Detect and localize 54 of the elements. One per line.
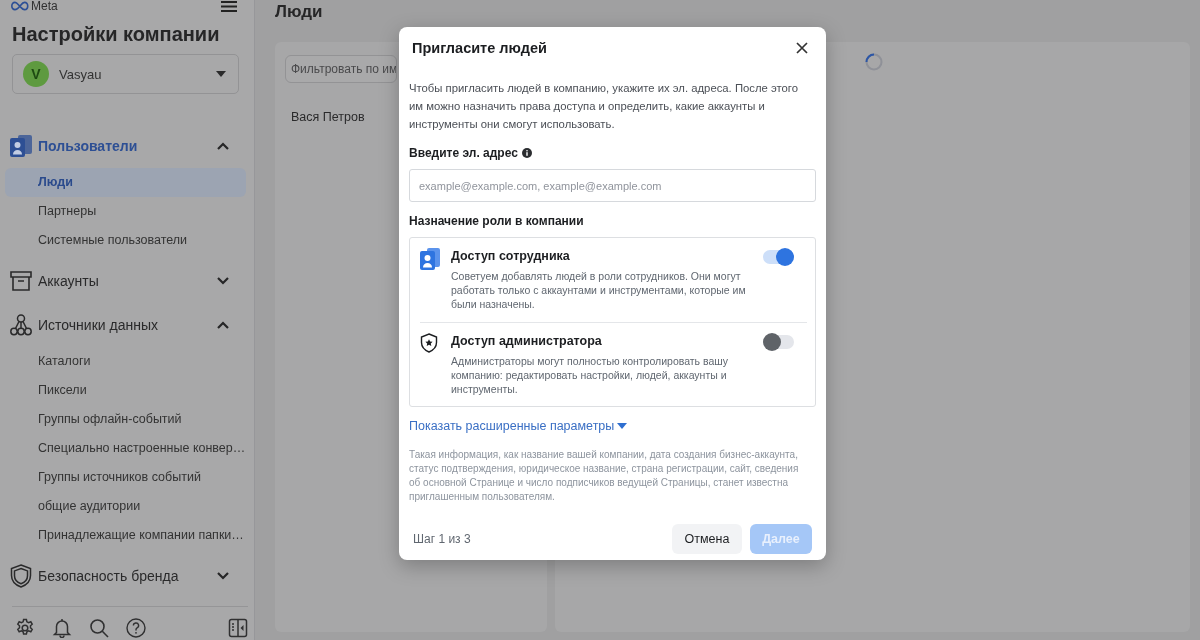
logo-icon — [10, 1, 30, 11]
search-icon[interactable] — [89, 618, 109, 638]
close-icon[interactable] — [796, 42, 808, 54]
field-label: Введите эл. адрес — [409, 145, 518, 161]
sidebar-item[interactable]: Группы офлайн-событий — [5, 405, 246, 434]
sidebar-item[interactable]: Группы источников событий — [5, 463, 246, 492]
menu-icon[interactable] — [221, 0, 237, 12]
dialog-title: Пригласите людей — [412, 40, 547, 56]
step-indicator: Шаг 1 из 3 — [412, 532, 472, 546]
sidebar-section[interactable]: Пользователи — [0, 124, 254, 168]
panel-toggle-icon[interactable] — [228, 618, 248, 638]
email-field[interactable]: example@example.com, example@example.com — [409, 169, 816, 202]
person-name[interactable]: Вася Петров — [285, 109, 371, 125]
sidebar-item[interactable]: общие аудитории — [5, 492, 246, 521]
bell-icon[interactable] — [52, 618, 72, 638]
toggle-switch[interactable] — [763, 333, 794, 351]
help-icon[interactable] — [126, 618, 146, 638]
avatar: V — [23, 61, 49, 87]
shield-icon — [10, 564, 32, 588]
id-card-icon — [10, 135, 32, 157]
role-description: Советуем добавлять людей в роли сотрудников. Они могут работать только с аккаунтами и инструментами, которые им были назначены. — [451, 269, 747, 311]
cancel-button[interactable]: Отмена — [672, 524, 742, 554]
sidebar-section[interactable]: Безопасность бренда — [0, 554, 254, 598]
network-icon — [10, 314, 32, 336]
sidebar-item[interactable]: Партнеры — [5, 197, 246, 226]
role-title: Доступ сотрудника — [451, 248, 571, 265]
account-name: Vasyau — [59, 66, 103, 82]
section-label: Назначение роли в компании — [409, 213, 584, 229]
sidebar-item[interactable]: Люди — [5, 168, 246, 197]
sidebar-item[interactable]: Принадлежащие компании папки… — [5, 521, 246, 550]
archive-box-icon — [10, 271, 32, 291]
filter-field[interactable]: Фильтровать по им — [285, 55, 397, 83]
sidebar-item[interactable]: Системные пользователи — [5, 226, 246, 255]
id-card-icon — [420, 248, 440, 270]
privacy-notice: Такая информация, как название вашей компании, дата создания бизнес-аккаунта, статус подтверждения, юридическое название, страна регистрации, сайт, сведения об основной Странице и число подписчиков ведущей Страницы, станет известна приглашенным пользователям. — [409, 448, 800, 504]
settings-icon[interactable] — [15, 618, 35, 638]
sidebar-item[interactable]: Каталоги — [5, 347, 246, 376]
caret-icon — [216, 71, 226, 77]
advanced-options-link[interactable]: Показать расширенные параметры — [409, 418, 628, 434]
account-selector[interactable]: V Vasyau — [12, 54, 239, 94]
shield-star-icon — [420, 333, 438, 353]
page-heading: Настройки компании — [12, 22, 221, 46]
info-icon[interactable] — [521, 148, 532, 158]
logo-text: Meta — [31, 0, 58, 12]
toggle-switch[interactable] — [763, 248, 794, 266]
role-title: Доступ администратора — [451, 333, 603, 350]
role-description: Администраторы могут полностью контролировать вашу компанию: редактировать настройки, людей, аккаунты и инструменты. — [451, 354, 729, 396]
intro-text: Чтобы пригласить людей в компанию, укажите их эл. адреса. После этого им можно назначить права доступа и определить, какие аккаунты и инструменты они смогут использовать. — [409, 81, 799, 132]
section-title: Люди — [275, 2, 324, 23]
sidebar-section[interactable]: Источники данных — [0, 303, 254, 347]
caret-icon — [617, 423, 628, 429]
sidebar-section[interactable]: Аккаунты — [0, 259, 254, 303]
sidebar-item[interactable]: Специально настроенные конвер… — [5, 434, 246, 463]
sidebar-item[interactable]: Пиксели — [5, 376, 246, 405]
